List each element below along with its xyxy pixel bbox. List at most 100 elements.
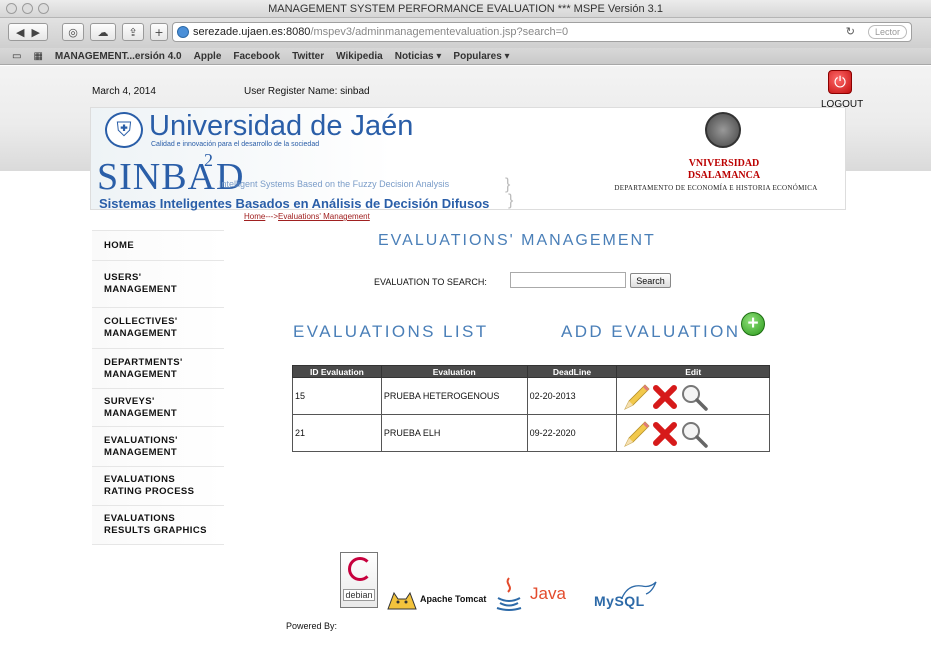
sidebar-item-label: EVALUATIONS': [104, 434, 178, 446]
bookmark-item[interactable]: Wikipedia: [336, 51, 383, 62]
web-page: March 4, 2014 User Register Name: sinbad…: [0, 66, 931, 646]
project-logo: SINBAD: [97, 156, 245, 198]
table-row: 15 PRUEBA HETEROGENOUS 02-20-2013: [292, 377, 770, 415]
share-icon: ⇪: [128, 25, 138, 39]
address-bar[interactable]: serezade.ujaen.es:8080/mspev3/adminmanag…: [172, 22, 912, 42]
plus-icon: +: [154, 25, 164, 39]
back-icon[interactable]: ◀: [16, 26, 24, 39]
project-subtitle-es: Sistemas Inteligentes Basados en Análisi…: [99, 196, 490, 211]
sidebar-item-label: MANAGEMENT: [104, 407, 178, 419]
project-logo-sup: 2: [204, 150, 213, 170]
book-icon[interactable]: ▭: [12, 51, 21, 62]
sidebar-item-label: EVALUATIONS: [104, 513, 176, 524]
bookmark-item[interactable]: Twitter: [292, 51, 324, 62]
sidebar-item-collectives[interactable]: COLLECTIVES' MANAGEMENT: [92, 307, 224, 348]
column-header: Evaluation: [380, 365, 528, 378]
debian-badge: debian: [340, 552, 378, 608]
evaluation-id: 15: [292, 377, 382, 415]
table-row: 21 PRUEBA ELH 09-22-2020: [292, 414, 770, 452]
bookmark-item[interactable]: Populares ▾: [453, 51, 509, 62]
powered-by-label: Powered By:: [286, 621, 338, 631]
debian-swirl-icon: [348, 557, 372, 581]
evaluations-table: ID Evaluation Evaluation DeadLine Edit 1…: [292, 365, 770, 452]
bookmark-item[interactable]: MANAGEMENT...ersión 4.0: [55, 51, 182, 62]
university-name: Universidad de Jaén: [149, 110, 414, 142]
partner-name-line2: DSALAMANCA: [687, 170, 761, 181]
debian-label: debian: [343, 589, 375, 601]
search-input[interactable]: [510, 272, 626, 288]
sidebar-item-label: COLLECTIVES': [104, 316, 178, 327]
delete-icon[interactable]: [651, 420, 679, 448]
tomcat-icon: [387, 591, 417, 610]
history-icon: ◎: [68, 25, 78, 39]
sidebar-item-label: RATING PROCESS: [104, 486, 195, 497]
java-cup-icon: [496, 577, 522, 611]
pencil-icon[interactable]: [621, 419, 651, 449]
reader-button[interactable]: Lector: [867, 25, 907, 39]
breadcrumb-home-link[interactable]: Home: [244, 212, 265, 221]
user-register-name: User Register Name: sinbad: [244, 86, 370, 97]
breadcrumb: Home--->Evaluations' Management: [244, 212, 370, 221]
forward-icon[interactable]: ▶: [32, 26, 40, 39]
table-header-row: ID Evaluation Evaluation DeadLine Edit: [292, 365, 770, 378]
sidebar-item-label: MANAGEMENT: [104, 328, 178, 339]
sidebar-item-home[interactable]: HOME: [92, 230, 224, 260]
tomcat-label: Apache Tomcat: [420, 594, 487, 604]
magnifier-icon[interactable]: [679, 419, 709, 449]
project-subtitle-en: Intelligent Systems Based on the Fuzzy D…: [219, 179, 450, 189]
university-tagline: Calidad e innovación para el desarrollo …: [151, 141, 320, 148]
page-title: EVALUATIONS' MANAGEMENT: [378, 232, 656, 249]
project-banner: ⛨ Universidad de Jaén Calidad e innovaci…: [90, 107, 846, 211]
mysql-label: MySQL: [594, 593, 645, 609]
search-label: EVALUATION TO SEARCH:: [374, 277, 487, 287]
sidebar-item-surveys[interactable]: SURVEYS' MANAGEMENT: [92, 388, 224, 426]
add-icon[interactable]: +: [741, 312, 765, 336]
magnifier-icon[interactable]: [679, 382, 709, 412]
pencil-icon[interactable]: [621, 382, 651, 412]
sidebar-nav: HOME USERS' MANAGEMENT COLLECTIVES' MANAGE…: [92, 230, 224, 545]
new-tab-button[interactable]: +: [150, 23, 168, 41]
sidebar-item-evaluations[interactable]: EVALUATIONS' MANAGEMENT: [92, 426, 224, 466]
sidebar-item-label: SURVEYS': [104, 395, 155, 407]
column-header: Edit: [616, 365, 770, 378]
bookmark-item[interactable]: Facebook: [233, 51, 280, 62]
grid-icon[interactable]: ▦: [33, 51, 42, 62]
breadcrumb-current-link[interactable]: Evaluations' Management: [278, 212, 370, 221]
sidebar-item-departments[interactable]: DEPARTMENTS' MANAGEMENT: [92, 348, 224, 388]
delete-icon[interactable]: [651, 383, 679, 411]
add-evaluation-link[interactable]: ADD EVALUATION: [561, 322, 740, 342]
sidebar-item-rating-process[interactable]: EVALUATIONS RATING PROCESS: [92, 466, 224, 505]
bookmarks-bar: ▭ ▦ MANAGEMENT...ersión 4.0 Apple Facebo…: [0, 48, 931, 65]
back-forward-buttons[interactable]: ◀ ▶: [8, 23, 48, 41]
sidebar-item-label: USERS': [104, 272, 142, 283]
bookmark-item[interactable]: Noticias ▾: [395, 51, 442, 62]
cloud-icon: ☁: [97, 25, 109, 39]
share-button[interactable]: ⇪: [122, 23, 144, 41]
column-header: ID Evaluation: [292, 365, 382, 378]
power-icon[interactable]: ⏻: [828, 70, 852, 94]
sidebar-item-users[interactable]: USERS' MANAGEMENT: [92, 260, 224, 307]
partner-department: DEPARTAMENTO DE ECONOMÍA E HISTORIA ECON…: [614, 184, 818, 192]
globe-icon: [177, 26, 189, 38]
bookmark-item[interactable]: Apple: [194, 51, 222, 62]
evaluation-deadline: 02-20-2013: [526, 377, 618, 415]
sidebar-item-results-graphics[interactable]: EVALUATIONS RESULTS GRAPHICS: [92, 505, 224, 545]
reload-icon[interactable]: ↻: [846, 25, 855, 38]
url-path: /mspev3/adminmanagementevaluation.jsp?se…: [310, 26, 569, 38]
current-date: March 4, 2014: [92, 86, 156, 97]
search-button[interactable]: Search: [630, 273, 671, 288]
icloud-button[interactable]: ☁: [90, 23, 116, 41]
edit-actions: [616, 377, 770, 415]
usal-seal-icon: [705, 112, 741, 148]
evaluation-id: 21: [292, 414, 382, 452]
breadcrumb-separator: --->: [265, 212, 279, 221]
history-button[interactable]: ◎: [62, 23, 84, 41]
partner-name-line1: VNIVERSIDAD: [688, 158, 760, 169]
brace-decoration: }: [508, 192, 514, 209]
java-label: Java: [530, 584, 566, 603]
sidebar-item-label: MANAGEMENT: [104, 368, 178, 380]
evaluation-name: PRUEBA HETEROGENOUS: [380, 377, 528, 415]
sidebar-item-label: DEPARTMENTS': [104, 356, 183, 368]
edit-actions: [616, 414, 770, 452]
sidebar-item-label: MANAGEMENT: [104, 446, 178, 458]
